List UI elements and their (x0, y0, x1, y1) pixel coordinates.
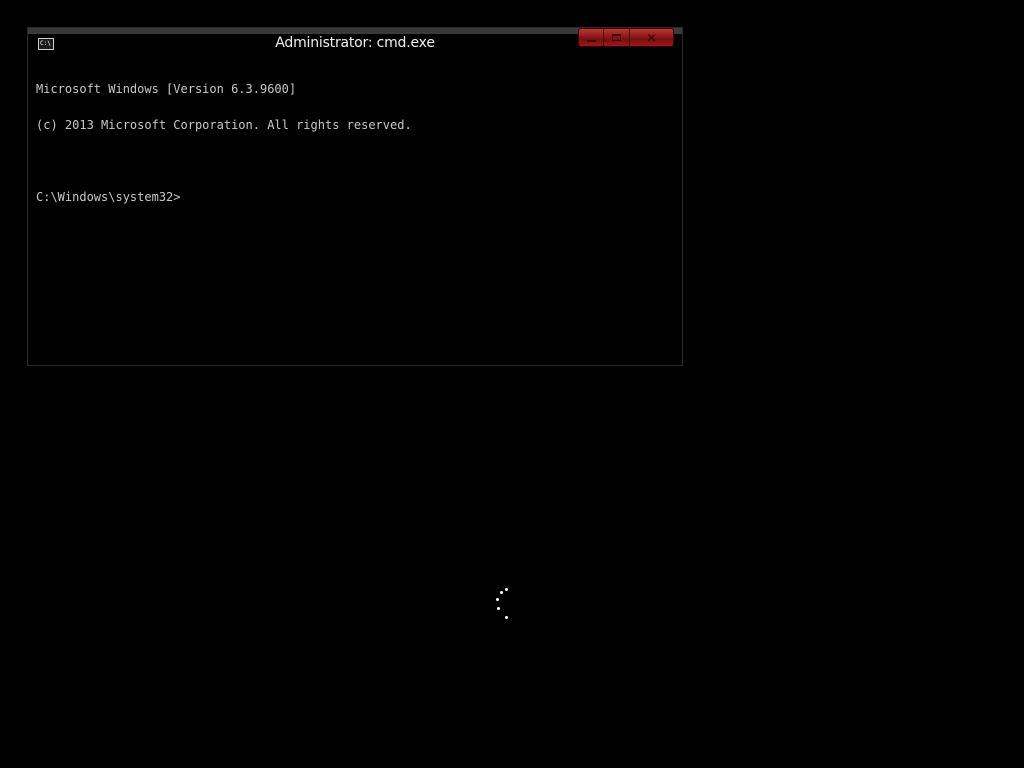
window-controls: ✕ (578, 28, 674, 48)
close-button[interactable]: ✕ (630, 28, 674, 47)
minimize-button[interactable] (578, 28, 604, 47)
spinner-dot (497, 607, 500, 610)
console-line-version: Microsoft Windows [Version 6.3.9600] (36, 82, 297, 96)
console-output[interactable]: Microsoft Windows [Version 6.3.9600] (c)… (36, 59, 412, 227)
maximize-icon (612, 34, 621, 41)
cmd-window[interactable]: C:\ Administrator: cmd.exe ✕ Microsoft W… (27, 27, 683, 366)
spinner-dot (505, 588, 508, 591)
command-prompt[interactable]: C:\Windows\system32> (36, 191, 412, 203)
desktop: C:\ Administrator: cmd.exe ✕ Microsoft W… (0, 0, 1024, 768)
maximize-button[interactable] (604, 28, 630, 47)
console-line-copyright: (c) 2013 Microsoft Corporation. All righ… (36, 118, 412, 132)
loading-spinner-icon (490, 584, 514, 624)
spinner-dot (496, 598, 499, 601)
spinner-dot (505, 616, 508, 619)
spinner-dot (500, 591, 503, 594)
title-bar[interactable]: C:\ Administrator: cmd.exe ✕ (28, 28, 682, 53)
close-icon: ✕ (646, 30, 657, 45)
minimize-icon (586, 39, 596, 42)
